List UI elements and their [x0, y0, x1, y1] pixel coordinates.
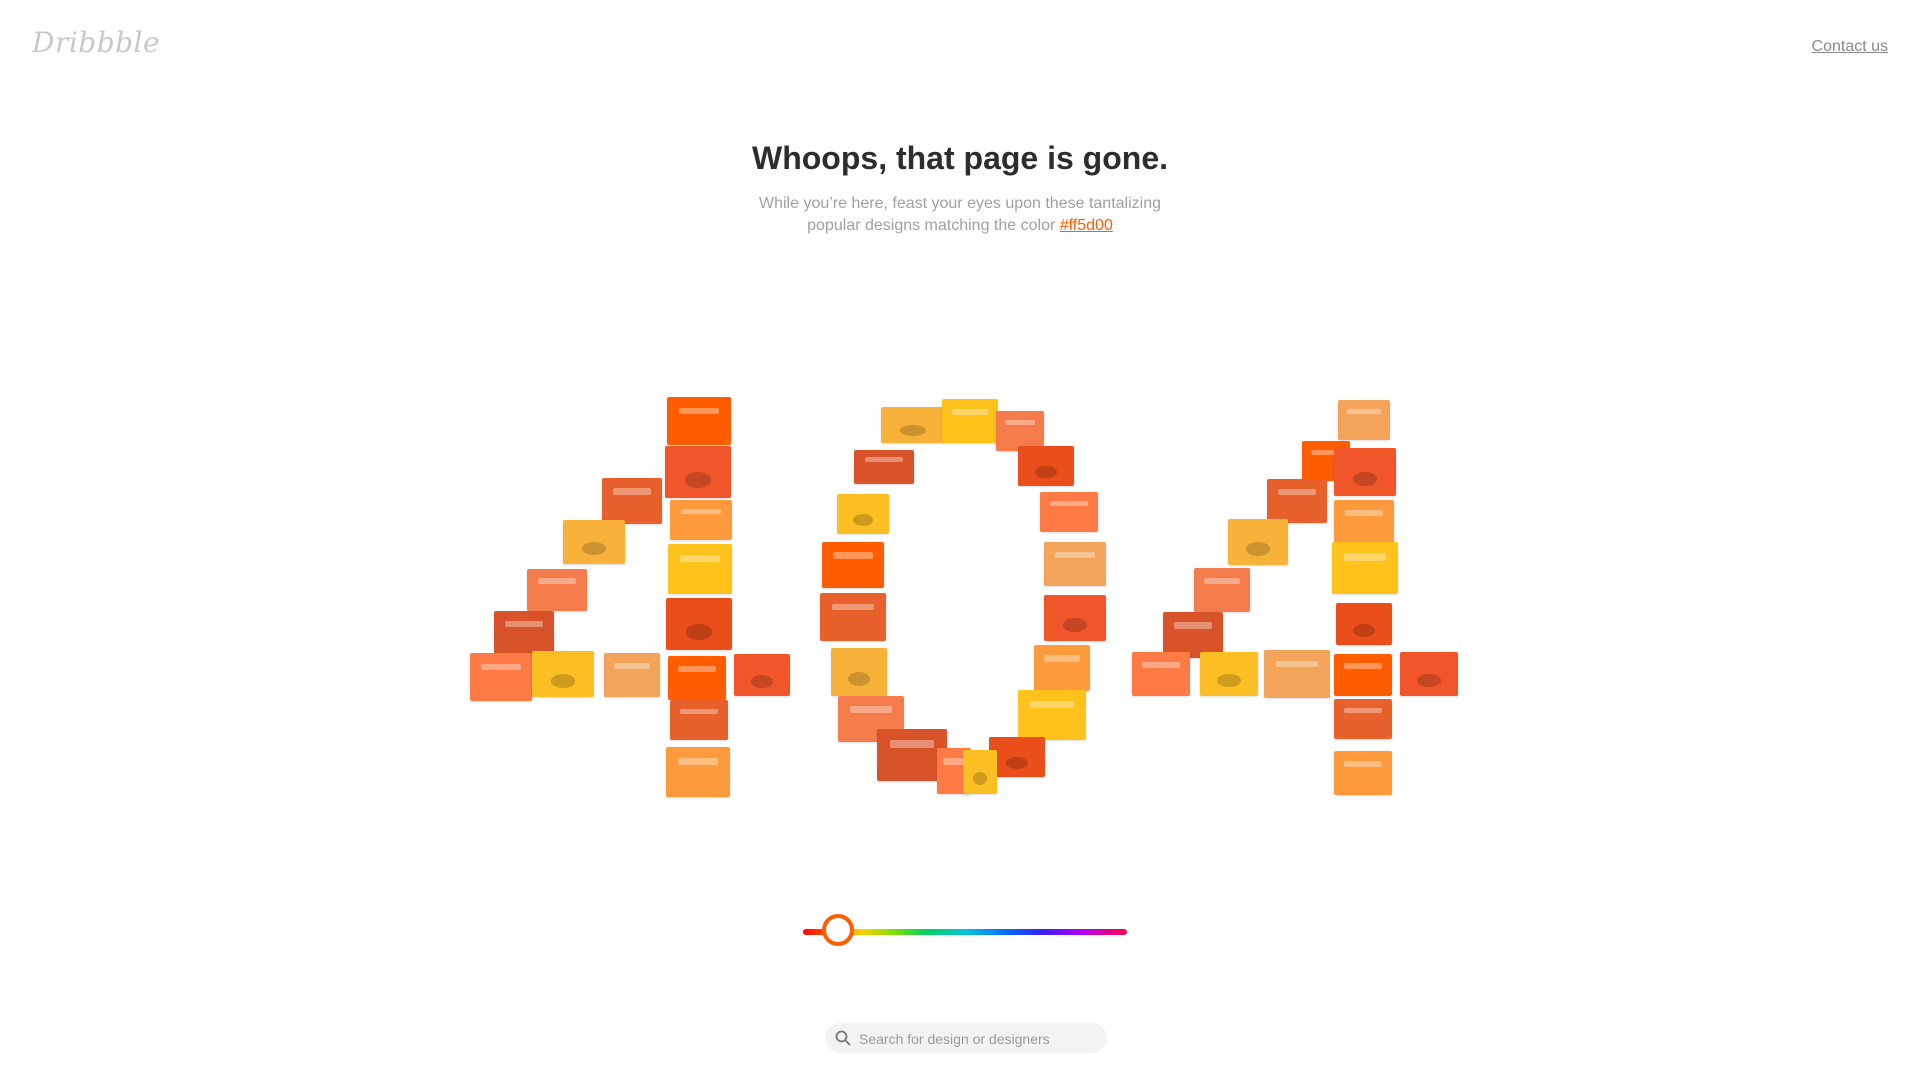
color-slider-handle[interactable] — [822, 914, 854, 946]
shot-thumbnail[interactable] — [668, 656, 726, 700]
shot-thumbnail[interactable] — [1034, 645, 1090, 691]
shot-thumbnail[interactable] — [1338, 400, 1390, 440]
shot-thumbnail[interactable] — [665, 446, 731, 498]
shot-thumbnail[interactable] — [532, 651, 594, 697]
shot-thumbnail[interactable] — [1334, 448, 1396, 496]
shot-thumbnail[interactable] — [1400, 652, 1458, 696]
shot-thumbnail[interactable] — [996, 411, 1044, 451]
shot-thumbnail[interactable] — [822, 542, 884, 588]
shot-thumbnail[interactable] — [666, 598, 732, 650]
shot-thumbnail[interactable] — [1336, 603, 1392, 645]
shot-thumbnail[interactable] — [1334, 654, 1392, 696]
shot-thumbnail[interactable] — [670, 700, 728, 740]
shot-thumbnail[interactable] — [1194, 568, 1250, 612]
shot-thumbnail[interactable] — [670, 500, 732, 540]
shot-thumbnail[interactable] — [1264, 650, 1330, 698]
shot-thumbnail[interactable] — [667, 397, 731, 445]
shot-thumbnail[interactable] — [1044, 542, 1106, 586]
shot-thumbnail[interactable] — [1334, 500, 1394, 544]
shot-thumbnail[interactable] — [837, 494, 889, 534]
shot-thumbnail[interactable] — [734, 654, 790, 696]
shot-thumbnail[interactable] — [989, 737, 1045, 777]
shot-thumbnail[interactable] — [1018, 690, 1086, 740]
shot-thumbnail[interactable] — [470, 653, 532, 701]
shot-thumbnail[interactable] — [668, 544, 732, 594]
shot-thumbnail[interactable] — [963, 750, 997, 794]
shot-thumbnail[interactable] — [666, 747, 730, 797]
shot-thumbnail[interactable] — [942, 399, 998, 443]
shot-thumbnail[interactable] — [602, 478, 662, 524]
shot-thumbnail[interactable] — [1040, 492, 1098, 532]
shot-thumbnail[interactable] — [854, 450, 914, 484]
shot-thumbnail[interactable] — [1200, 652, 1258, 696]
search-icon — [835, 1030, 851, 1046]
shot-thumbnail[interactable] — [494, 611, 554, 655]
shot-thumbnail[interactable] — [1332, 542, 1398, 594]
shot-thumbnail[interactable] — [604, 653, 660, 697]
shot-thumbnail[interactable] — [1018, 446, 1074, 486]
search-bar[interactable] — [825, 1023, 1107, 1055]
shot-thumbnail[interactable] — [1228, 519, 1288, 565]
shot-thumbnail[interactable] — [1334, 751, 1392, 795]
shots-404-grid — [0, 0, 1920, 1080]
shot-thumbnail[interactable] — [1044, 595, 1106, 641]
shot-thumbnail[interactable] — [820, 593, 886, 641]
shot-thumbnail[interactable] — [1267, 479, 1327, 523]
shot-thumbnail[interactable] — [1132, 652, 1190, 696]
search-input[interactable] — [857, 1023, 1101, 1055]
shot-thumbnail[interactable] — [527, 569, 587, 611]
shot-thumbnail[interactable] — [831, 648, 887, 696]
shot-thumbnail[interactable] — [563, 520, 625, 564]
shot-thumbnail[interactable] — [881, 407, 945, 443]
shot-thumbnail[interactable] — [1334, 699, 1392, 739]
